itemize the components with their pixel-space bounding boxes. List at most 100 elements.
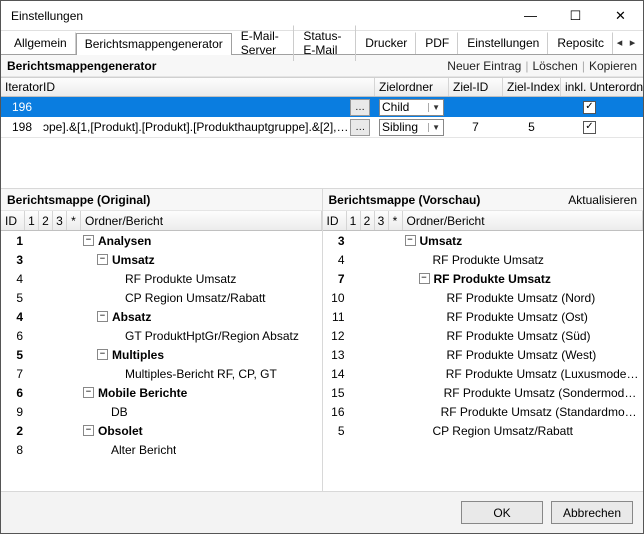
tree-row[interactable]: 5CP Region Umsatz/Rabatt xyxy=(323,421,644,440)
tab-scroll-right[interactable]: ▸ xyxy=(626,35,639,51)
tree-row[interactable]: 9DB xyxy=(1,402,322,421)
tab-e-mail-server[interactable]: E-Mail-Server xyxy=(232,25,295,61)
tree-row[interactable]: 4RF Produkte Umsatz xyxy=(1,269,322,288)
tree-row[interactable]: 8Alter Bericht xyxy=(1,440,322,459)
tab-allgemein[interactable]: Allgemein xyxy=(5,32,76,54)
tree-row[interactable]: 3 −Umsatz xyxy=(1,250,322,269)
grid-row[interactable]: 198ɔpe].&[1,[Produkt].[Produkt].[Produkt… xyxy=(1,117,643,137)
close-button[interactable]: ✕ xyxy=(598,1,643,30)
tree-row[interactable]: 12RF Produkte Umsatz (Süd) xyxy=(323,326,644,345)
tree-expander[interactable]: − xyxy=(97,349,108,360)
tree-row[interactable]: 2−Obsolet xyxy=(1,421,322,440)
row-id: 6 xyxy=(3,386,27,400)
col-star[interactable]: * xyxy=(67,211,81,230)
node-label: Umsatz xyxy=(420,234,463,248)
tab-drucker[interactable]: Drucker xyxy=(356,32,416,54)
tree-expander[interactable]: − xyxy=(83,235,94,246)
col-id[interactable]: ID xyxy=(323,211,347,230)
tab-berichtsmappengenerator[interactable]: Berichtsmappengenerator xyxy=(76,33,232,55)
row-id: 16 xyxy=(325,405,349,419)
tab-status-e-mail[interactable]: Status-E-Mail xyxy=(294,25,356,61)
col-path[interactable]: Ordner/Bericht xyxy=(81,211,322,230)
tree-row[interactable]: 13RF Produkte Umsatz (West) xyxy=(323,345,644,364)
zielordner-select[interactable]: Child xyxy=(379,99,444,116)
node-label: RF Produkte Umsatz (Luxusmodelle) xyxy=(446,367,641,381)
col-ziel-id[interactable]: Ziel-ID xyxy=(449,78,503,96)
col-star[interactable]: * xyxy=(389,211,403,230)
tree-expander[interactable]: − xyxy=(83,387,94,398)
col-id[interactable]: ID xyxy=(1,211,25,230)
cell-inkl-unter[interactable]: ✓ xyxy=(561,101,619,114)
refresh-link[interactable]: Aktualisieren xyxy=(568,193,637,207)
row-id: 3 xyxy=(3,253,27,267)
col-iterator[interactable]: IteratorID xyxy=(1,78,375,96)
cell-ziel-id[interactable]: 7 xyxy=(449,120,503,134)
tree-row[interactable]: 15RF Produkte Umsatz (Sondermodelle) xyxy=(323,383,644,402)
pane-preview: Berichtsmappe (Vorschau) Aktualisieren I… xyxy=(322,189,644,491)
col-2[interactable]: 2 xyxy=(39,211,53,230)
node-label: Umsatz xyxy=(112,253,155,267)
new-entry-link[interactable]: Neuer Eintrag xyxy=(447,59,521,73)
tree-row[interactable]: 4RF Produkte Umsatz xyxy=(323,250,644,269)
col-2[interactable]: 2 xyxy=(361,211,375,230)
col-1[interactable]: 1 xyxy=(347,211,361,230)
tab-einstellungen[interactable]: Einstellungen xyxy=(458,32,548,54)
ok-button[interactable]: OK xyxy=(461,501,543,524)
zielordner-select[interactable]: Sibling xyxy=(379,119,444,136)
include-subfolders-checkbox[interactable]: ✓ xyxy=(583,121,596,134)
cell-zielordner[interactable]: Sibling xyxy=(375,119,449,136)
iterator-picker-button[interactable]: … xyxy=(350,99,370,116)
col-ziel-index[interactable]: Ziel-Index xyxy=(503,78,561,96)
node-label: Absatz xyxy=(112,310,151,324)
tree-body-left[interactable]: 1−Analysen3−Umsatz4RF Produkte Umsatz5CP… xyxy=(1,231,322,491)
col-path[interactable]: Ordner/Bericht xyxy=(403,211,644,230)
tab-pdf[interactable]: PDF xyxy=(416,32,458,54)
tree-row[interactable]: 1−Analysen xyxy=(1,231,322,250)
tree-expander[interactable]: − xyxy=(419,273,430,284)
cell-iterator[interactable]: … xyxy=(39,99,375,116)
cell-iterator[interactable]: ɔpe].&[1,[Produkt].[Produkt].[Produkthau… xyxy=(39,119,375,136)
tree-expander[interactable]: − xyxy=(97,311,108,322)
settings-window: Einstellungen — ☐ ✕ AllgemeinBerichtsmap… xyxy=(0,0,644,534)
grid-row[interactable]: 196 … Child ✓ xyxy=(1,97,643,117)
tree-row[interactable]: 10RF Produkte Umsatz (Nord) xyxy=(323,288,644,307)
cell-id: 196 xyxy=(1,100,39,114)
col-inkl-unter[interactable]: inkl. Unterordn xyxy=(561,78,643,96)
node-label: CP Region Umsatz/Rabatt xyxy=(433,424,574,438)
delete-link[interactable]: Löschen xyxy=(532,59,577,73)
cancel-button[interactable]: Abbrechen xyxy=(551,501,633,524)
tree-expander[interactable]: − xyxy=(97,254,108,265)
col-1[interactable]: 1 xyxy=(25,211,39,230)
maximize-button[interactable]: ☐ xyxy=(553,1,598,30)
row-id: 6 xyxy=(3,329,27,343)
tree-row[interactable]: 11RF Produkte Umsatz (Ost) xyxy=(323,307,644,326)
col-3[interactable]: 3 xyxy=(53,211,67,230)
spacer xyxy=(1,138,643,188)
minimize-button[interactable]: — xyxy=(508,1,553,30)
tree-row[interactable]: 16RF Produkte Umsatz (Standardmodelle) xyxy=(323,402,644,421)
tree-row[interactable]: 14RF Produkte Umsatz (Luxusmodelle) xyxy=(323,364,644,383)
copy-link[interactable]: Kopieren xyxy=(589,59,637,73)
include-subfolders-checkbox[interactable]: ✓ xyxy=(583,101,596,114)
row-id: 11 xyxy=(325,310,349,324)
tree-expander[interactable]: − xyxy=(405,235,416,246)
tree-row[interactable]: 4−Absatz xyxy=(1,307,322,326)
cell-ziel-index[interactable]: 5 xyxy=(503,120,561,134)
tree-row[interactable]: 3−Umsatz xyxy=(323,231,644,250)
tree-row[interactable]: 6−Mobile Berichte xyxy=(1,383,322,402)
cell-zielordner[interactable]: Child xyxy=(375,99,449,116)
tree-row[interactable]: 5−Multiples xyxy=(1,345,322,364)
tree-row[interactable]: 5CP Region Umsatz/Rabatt xyxy=(1,288,322,307)
col-zielordner[interactable]: Zielordner xyxy=(375,78,449,96)
tree-row[interactable]: 7−RF Produkte Umsatz xyxy=(323,269,644,288)
tree-row[interactable]: 7Multiples-Bericht RF, CP, GT xyxy=(1,364,322,383)
tree-expander[interactable]: − xyxy=(83,425,94,436)
cell-inkl-unter[interactable]: ✓ xyxy=(561,121,619,134)
iterator-picker-button[interactable]: … xyxy=(350,119,370,136)
tab-repositc[interactable]: Repositc xyxy=(548,32,613,54)
row-id: 7 xyxy=(3,367,27,381)
tab-scroll-left[interactable]: ◂ xyxy=(613,35,626,51)
tree-row[interactable]: 6GT ProduktHptGr/Region Absatz xyxy=(1,326,322,345)
col-3[interactable]: 3 xyxy=(375,211,389,230)
tree-body-right[interactable]: 3−Umsatz4RF Produkte Umsatz7−RF Produkte… xyxy=(323,231,644,491)
